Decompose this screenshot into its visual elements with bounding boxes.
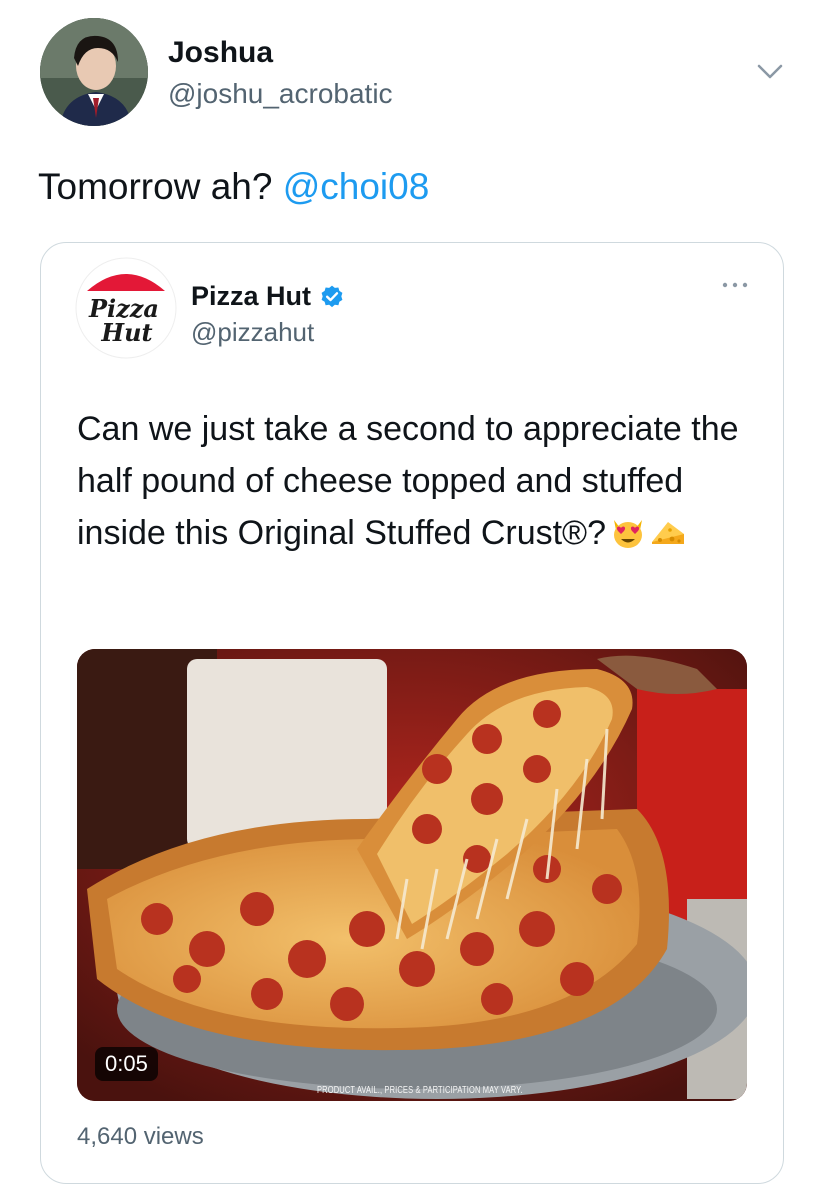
author-avatar[interactable] [40,18,148,126]
logo-text-bottom: Hut [100,318,152,347]
pizza-video-thumbnail [77,649,747,1101]
tweet-text-body: Tomorrow ah? [38,166,283,207]
quoted-author-name[interactable]: Pizza Hut [191,281,311,312]
chevron-down-icon[interactable] [755,56,785,86]
video-player[interactable]: 0:05 PRODUCT AVAIL., PRICES & PARTICIPAT… [77,649,747,1101]
heart-eyes-cat-icon [614,520,643,548]
author-handle[interactable]: @joshu_acrobatic [168,78,393,110]
cheese-icon [652,522,685,544]
more-options-icon[interactable] [717,275,753,295]
pizza-hut-logo-icon: Pizza Hut [75,257,177,359]
video-disclaimer: PRODUCT AVAIL., PRICES & PARTICIPATION M… [317,1085,523,1096]
quoted-author-name-row[interactable]: Pizza Hut [191,281,345,312]
author-name[interactable]: Joshua [168,36,273,70]
quoted-tweet[interactable]: Pizza Hut Pizza Hut @pizzahut Can we jus… [40,242,784,1184]
author-avatar-image [40,18,148,126]
video-duration: 0:05 [95,1047,158,1081]
mention-link[interactable]: @choi08 [283,166,430,207]
view-count: 4,640 views [77,1123,204,1150]
tweet-text: Tomorrow ah? @choi08 [38,166,429,208]
pizza-hut-logo[interactable]: Pizza Hut [75,257,177,359]
verified-badge-icon [321,285,343,307]
tweet: Joshua @joshu_acrobatic Tomorrow ah? @ch… [0,0,822,1200]
quoted-tweet-text: Can we just take a second to appreciate … [77,403,757,559]
quoted-author-handle[interactable]: @pizzahut [191,317,314,348]
